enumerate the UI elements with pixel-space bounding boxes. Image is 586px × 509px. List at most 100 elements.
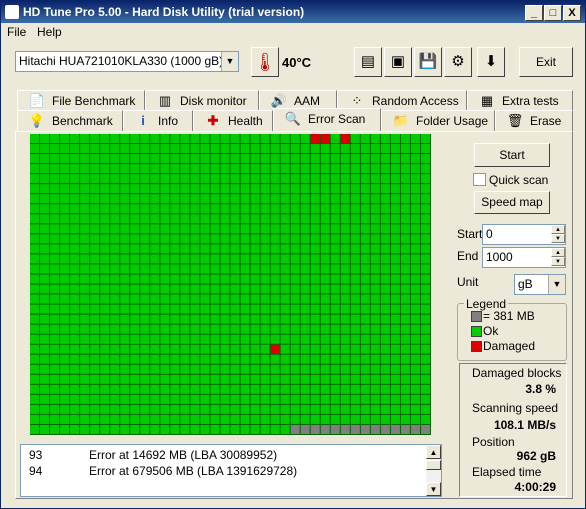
end-input[interactable]: 1000 ▲ ▼ [482,247,566,268]
scan-block [100,254,110,264]
scan-block [420,304,431,314]
spin-up-icon[interactable]: ▲ [551,248,565,257]
tab-file-benchmark[interactable]: 📄 File Benchmark [17,90,145,111]
scan-block [410,224,420,234]
scan-block [200,284,210,294]
list-item[interactable]: 94 Error at 679506 MB (LBA 1391629728) [21,464,425,480]
scan-block [320,364,330,374]
unit-select[interactable]: gB ▼ [514,274,566,295]
scan-block [330,414,340,424]
tab-erase[interactable]: 🗑 Erase [495,110,573,131]
tab-disk-monitor[interactable]: ▥ Disk monitor [145,90,259,111]
tab-folder-usage[interactable]: 📁 Folder Usage [381,110,495,131]
scan-block [130,424,140,434]
tab-info[interactable]: i Info [123,110,193,131]
chevron-down-icon[interactable]: ▼ [548,275,565,294]
scan-block [320,224,330,234]
scan-block [40,314,50,324]
scan-block [330,194,340,204]
scan-block [310,334,320,344]
scan-block [370,204,380,214]
scan-block [300,294,310,304]
tab-health[interactable]: ✚ Health [193,110,273,131]
scroll-up-arrow-icon[interactable]: ▲ [426,445,441,459]
scan-block [340,284,350,294]
tab-benchmark[interactable]: 💡 Benchmark [17,110,123,131]
scan-block [190,214,200,224]
scan-block [260,374,270,384]
scan-block [160,214,170,224]
spin-down-icon[interactable]: ▼ [551,257,565,266]
scan-block [40,174,50,184]
scan-block [110,284,120,294]
scan-block [150,304,160,314]
spin-down-icon[interactable]: ▼ [551,234,565,243]
scan-block [160,394,170,404]
scan-block [170,224,180,234]
scan-block [170,364,180,374]
tab-error-scan[interactable]: 🔍 Error Scan [273,108,381,131]
scan-block [140,224,150,234]
position-label: Position [472,435,515,449]
scan-block [200,204,210,214]
scan-block [60,324,70,334]
scan-block [120,204,130,214]
scan-block [170,404,180,414]
scan-block [30,294,40,304]
download-icon[interactable]: ⬇ [477,47,505,77]
scan-block [70,224,80,234]
chevron-down-icon[interactable]: ▼ [221,52,238,71]
scan-block [350,184,360,194]
start-input[interactable]: 0 ▲ ▼ [482,224,566,245]
scan-block [360,144,370,154]
scan-block [310,424,320,434]
speed-map-button[interactable]: Speed map [474,191,550,214]
scan-block [370,384,380,394]
scan-block [290,404,300,414]
scan-block [260,204,270,214]
log-scrollbar[interactable]: ▲ ▼ [426,445,441,496]
scan-block [350,314,360,324]
list-item[interactable]: 93 Error at 14692 MB (LBA 30089952) [21,448,425,464]
scroll-thumb[interactable] [426,460,441,470]
scan-block [350,224,360,234]
scan-block [410,184,420,194]
quick-scan-label[interactable]: Quick scan [489,173,548,187]
quick-scan-checkbox[interactable] [473,173,486,186]
scroll-down-arrow-icon[interactable]: ▼ [426,482,441,496]
copy-screenshot-icon[interactable]: ▣ [384,47,412,77]
scan-block [370,324,380,334]
start-scan-button[interactable]: Start [474,143,550,167]
exit-button[interactable]: Exit [519,47,573,77]
menu-file[interactable]: File [7,25,26,39]
menu-help[interactable]: Help [37,25,62,39]
scan-block [240,414,250,424]
spin-up-icon[interactable]: ▲ [551,225,565,234]
copy-text-icon[interactable]: ▤ [354,47,382,77]
thermometer-icon[interactable]: 🌡 [251,47,279,77]
scan-block [330,264,340,274]
error-log-list[interactable]: 93 Error at 14692 MB (LBA 30089952) 94 E… [20,444,442,497]
scan-block [410,314,420,324]
scan-block [250,194,260,204]
scan-block [360,284,370,294]
scan-block [110,234,120,244]
tab-extra-tests[interactable]: ▦ Extra tests [467,90,573,111]
maximize-button[interactable]: □ [544,5,562,21]
scan-block [240,404,250,414]
scan-block [50,354,60,364]
scan-block [150,414,160,424]
scan-block [60,404,70,414]
drive-select[interactable]: Hitachi HUA721010KLA330 (1000 gB) ▼ [15,51,239,72]
scan-block [210,164,220,174]
options-icon[interactable]: ⚙ [444,47,472,77]
scan-block [260,194,270,204]
scan-block [110,144,120,154]
scan-block [190,374,200,384]
scan-block [200,344,210,354]
scan-block [330,254,340,264]
scan-block [260,384,270,394]
close-button[interactable]: X [563,5,581,21]
save-icon[interactable]: 💾 [414,47,442,77]
minimize-button[interactable]: _ [525,5,543,21]
